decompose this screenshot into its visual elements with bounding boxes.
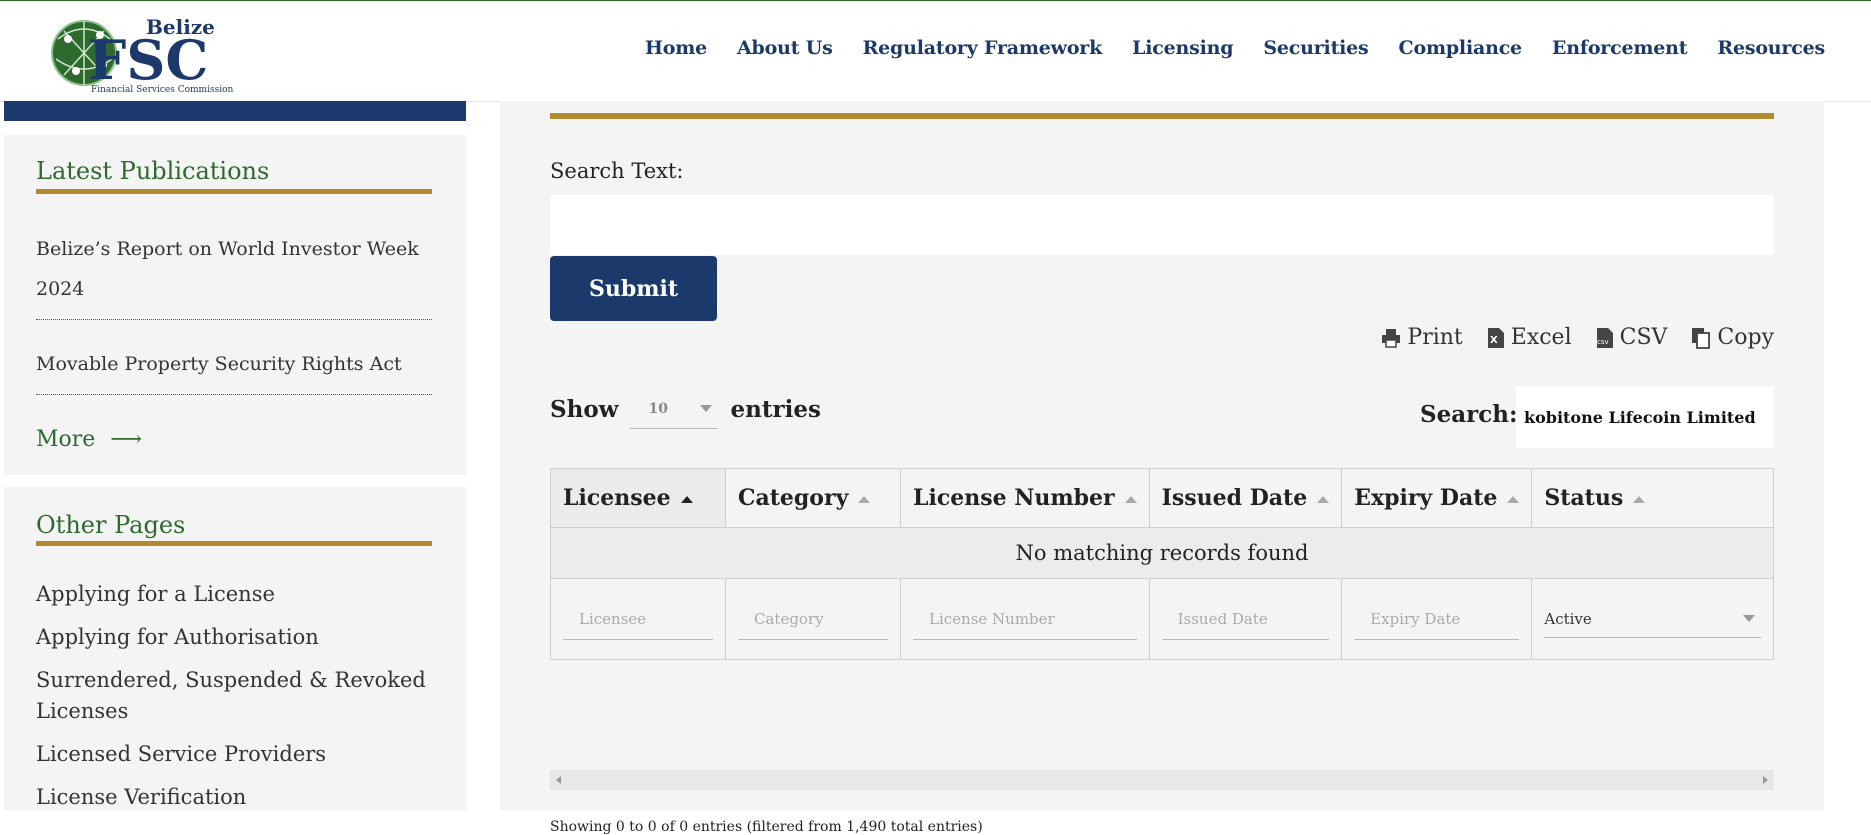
svg-text:csv: csv <box>1597 338 1609 346</box>
nav-licensing[interactable]: Licensing <box>1132 37 1233 59</box>
status-filter-value: Active <box>1544 609 1592 628</box>
empty-table-message: No matching records found <box>550 527 1774 579</box>
column-header-category[interactable]: Category <box>725 468 901 528</box>
nav-securities[interactable]: Securities <box>1263 37 1368 59</box>
svg-text:X: X <box>1490 335 1498 346</box>
column-filter-row: Licensee Category License Number Issued … <box>550 578 1774 660</box>
column-header-license-number[interactable]: License Number <box>900 468 1150 528</box>
other-page-link[interactable]: License Verification <box>36 782 432 813</box>
column-header-expiry-date[interactable]: Expiry Date <box>1341 468 1533 528</box>
table-search-input[interactable]: kobitone Lifecoin Limited <box>1516 386 1774 448</box>
nav-resources[interactable]: Resources <box>1717 37 1825 59</box>
excel-label: Excel <box>1510 325 1572 350</box>
title-underline <box>36 541 432 546</box>
chevron-down-icon <box>1743 615 1755 622</box>
licensee-table: Licensee Category License Number Issued … <box>550 468 1774 660</box>
column-header-status[interactable]: Status <box>1531 468 1774 528</box>
nav-about-us[interactable]: About Us <box>737 37 833 59</box>
section-rule <box>550 113 1774 119</box>
sort-icon <box>1633 495 1646 503</box>
entries-select[interactable]: 10 <box>630 389 719 429</box>
publication-link[interactable]: Movable Property Security Rights Act <box>36 344 432 384</box>
licensee-filter-input[interactable]: Licensee <box>563 599 713 640</box>
show-label: Show <box>550 395 619 423</box>
page-length-control: Show 10 entries <box>550 389 821 429</box>
other-pages-panel: Other Pages Applying for a License Apply… <box>4 487 466 810</box>
issued-date-filter-input[interactable]: Issued Date <box>1161 599 1330 640</box>
entries-label: entries <box>730 395 821 423</box>
nav-regulatory-framework[interactable]: Regulatory Framework <box>863 37 1103 59</box>
arrow-right-icon: ⟶ <box>110 427 142 452</box>
search-text-label: Search Text: <box>550 159 684 183</box>
other-pages-title: Other Pages <box>36 511 186 539</box>
csv-file-icon: csv <box>1596 327 1613 348</box>
excel-button[interactable]: X Excel <box>1487 325 1572 350</box>
sort-ascending-icon <box>680 495 693 503</box>
category-filter-input[interactable]: Category <box>738 599 888 640</box>
other-page-link[interactable]: Licensed Service Providers <box>36 739 432 770</box>
publication-link[interactable]: Belize’s Report on World Investor Week 2… <box>36 229 432 309</box>
column-header-licensee[interactable]: Licensee <box>550 468 726 528</box>
status-filter-select[interactable]: Active <box>1544 601 1761 638</box>
more-label: More <box>36 427 96 452</box>
column-header-issued-date[interactable]: Issued Date <box>1148 468 1343 528</box>
latest-publications-panel: Latest Publications Belize’s Report on W… <box>4 135 466 475</box>
sort-icon <box>1507 495 1520 503</box>
sidebar-header-bar <box>4 101 466 121</box>
belize-fsc-logo[interactable]: Belize FSC Financial Services Commission <box>46 9 236 97</box>
main-content: Search Text: Submit Print X Excel csv CS… <box>500 101 1824 835</box>
horizontal-scrollbar[interactable] <box>550 770 1774 790</box>
table-search-label: Search: <box>1420 401 1518 428</box>
nav-enforcement[interactable]: Enforcement <box>1552 37 1688 59</box>
expiry-date-filter-input[interactable]: Expiry Date <box>1354 599 1520 640</box>
sort-icon <box>858 495 871 503</box>
divider <box>36 319 432 320</box>
sort-icon <box>1124 495 1137 503</box>
entries-select-value: 10 <box>648 400 668 417</box>
chevron-down-icon <box>700 405 713 412</box>
other-page-link[interactable]: Applying for Authorisation <box>36 622 432 653</box>
nav-compliance[interactable]: Compliance <box>1399 37 1523 59</box>
divider <box>36 394 432 395</box>
excel-file-icon: X <box>1487 327 1504 348</box>
title-underline <box>36 189 432 194</box>
copy-label: Copy <box>1717 325 1774 350</box>
svg-text:Financial Services Commission: Financial Services Commission <box>91 85 233 95</box>
other-page-link[interactable]: Surrendered, Suspended & Revoked License… <box>36 665 432 727</box>
more-link[interactable]: More ⟶ <box>36 427 142 452</box>
print-button[interactable]: Print <box>1381 325 1463 350</box>
nav-home[interactable]: Home <box>645 37 707 59</box>
scroll-right-icon[interactable] <box>1763 776 1768 784</box>
search-text-input[interactable] <box>550 195 1774 255</box>
submit-button[interactable]: Submit <box>550 256 717 321</box>
site-header: Belize FSC Financial Services Commission… <box>0 1 1871 102</box>
license-number-filter-input[interactable]: License Number <box>913 599 1137 640</box>
scroll-left-icon[interactable] <box>556 776 561 784</box>
table-info-text: Showing 0 to 0 of 0 entries (filtered fr… <box>550 819 983 835</box>
print-label: Print <box>1407 325 1463 350</box>
copy-icon <box>1692 327 1711 349</box>
export-toolbar: Print X Excel csv CSV Copy <box>1381 325 1774 350</box>
other-page-link[interactable]: Applying for a License <box>36 579 432 610</box>
copy-button[interactable]: Copy <box>1691 325 1774 350</box>
csv-button[interactable]: csv CSV <box>1596 325 1668 350</box>
latest-publications-title: Latest Publications <box>36 157 270 185</box>
printer-icon <box>1382 328 1401 348</box>
sort-icon <box>1317 495 1330 503</box>
csv-label: CSV <box>1619 325 1668 350</box>
svg-text:FSC: FSC <box>88 28 208 92</box>
main-nav: Home About Us Regulatory Framework Licen… <box>645 37 1825 59</box>
